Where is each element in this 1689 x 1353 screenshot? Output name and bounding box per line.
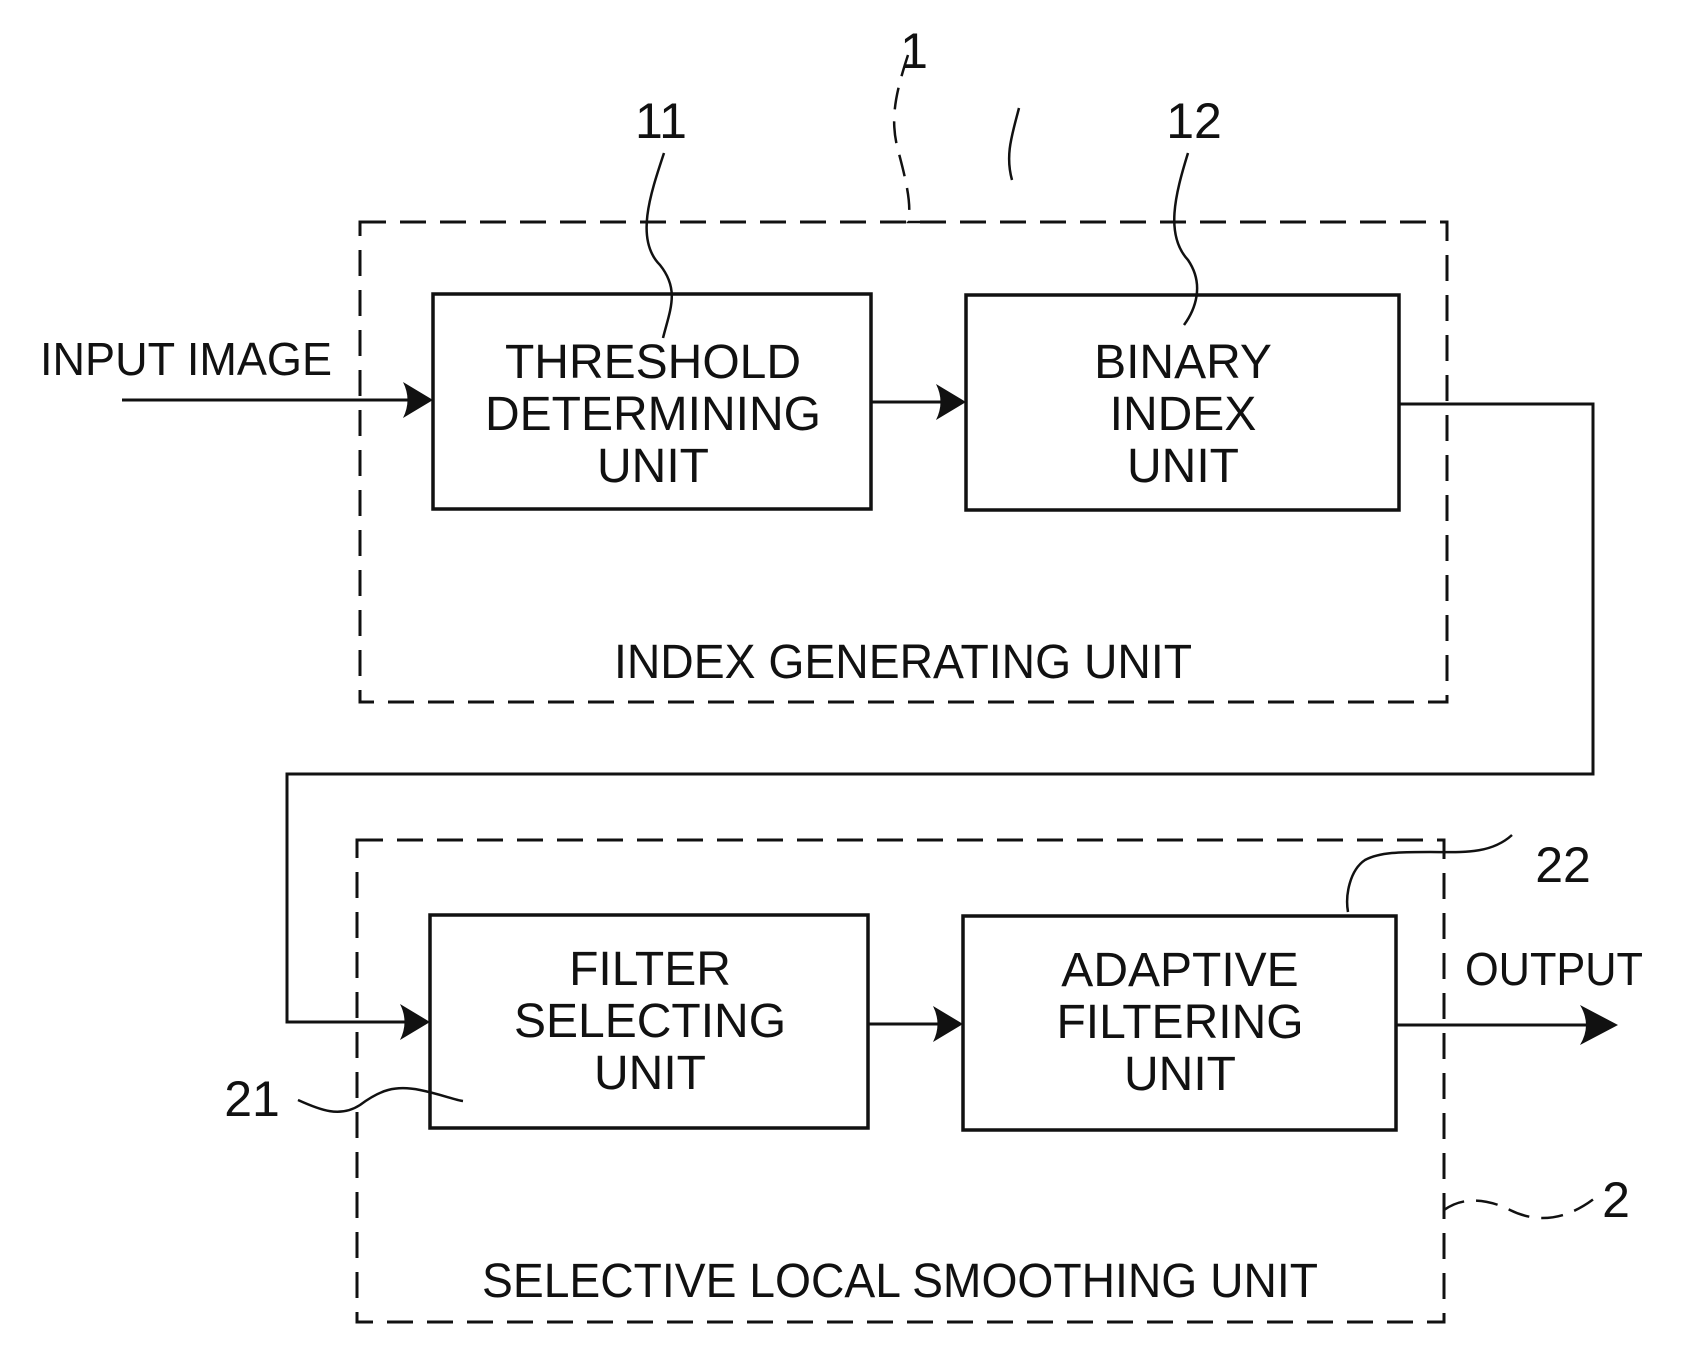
group-label-index-generating: INDEX GENERATING UNIT bbox=[614, 636, 1192, 689]
leader-line-22 bbox=[1346, 834, 1513, 913]
arrowhead-input bbox=[403, 382, 433, 418]
block-22-line-1: ADAPTIVE bbox=[1061, 944, 1298, 997]
ref-numeral-22: 22 bbox=[1535, 837, 1591, 893]
block-21-line-2: SELECTING bbox=[514, 995, 786, 1048]
block-12-line-2: INDEX bbox=[1110, 388, 1257, 441]
block-threshold-determining-unit: THRESHOLD DETERMINING UNIT 11 bbox=[431, 93, 873, 511]
ref-numeral-11: 11 bbox=[635, 93, 687, 149]
leader-line-1 bbox=[892, 54, 920, 224]
block-22-line-3: UNIT bbox=[1124, 1048, 1236, 1101]
block-12-line-3: UNIT bbox=[1127, 440, 1239, 493]
leader-line-12 bbox=[1007, 107, 1021, 181]
input-image-label: INPUT IMAGE bbox=[40, 333, 332, 385]
ref-numeral-21: 21 bbox=[224, 1071, 280, 1127]
block-binary-index-unit: BINARY INDEX UNIT 12 bbox=[964, 93, 1401, 512]
ref-numeral-12: 12 bbox=[1166, 93, 1222, 149]
output-label: OUTPUT bbox=[1465, 943, 1643, 995]
connection-21-to-22 bbox=[868, 1006, 963, 1042]
arrowhead-21-22 bbox=[933, 1006, 963, 1042]
arrowhead-12-21 bbox=[400, 1004, 430, 1040]
leader-line-11 bbox=[645, 152, 673, 339]
group-boundary-selective-smoothing bbox=[355, 838, 1446, 1324]
block-22-line-2: FILTERING bbox=[1056, 996, 1303, 1049]
arrowhead-11-12 bbox=[936, 384, 966, 420]
connection-11-to-12 bbox=[871, 384, 966, 420]
block-11-line-1: THRESHOLD bbox=[505, 336, 801, 389]
block-diagram: INDEX GENERATING UNIT 1 SELECTIVE LOCAL … bbox=[40, 23, 1643, 1324]
leader-line-21 bbox=[297, 1086, 464, 1113]
block-11-line-2: DETERMINING bbox=[485, 388, 821, 441]
block-21-line-3: UNIT bbox=[594, 1047, 706, 1100]
block-12-line-1: BINARY bbox=[1094, 336, 1272, 389]
group-label-selective-smoothing: SELECTIVE LOCAL SMOOTHING UNIT bbox=[482, 1255, 1318, 1308]
block-11-line-3: UNIT bbox=[597, 440, 709, 493]
leader-line-2 bbox=[1443, 1197, 1596, 1220]
connection-22-to-output bbox=[1396, 1005, 1618, 1045]
leader-line-12-main bbox=[1173, 152, 1199, 326]
connection-input-to-11 bbox=[122, 382, 433, 418]
block-21-line-1: FILTER bbox=[569, 943, 731, 996]
group-selective-local-smoothing-unit: SELECTIVE LOCAL SMOOTHING UNIT 2 bbox=[355, 838, 1630, 1324]
ref-numeral-2: 2 bbox=[1602, 1172, 1630, 1228]
